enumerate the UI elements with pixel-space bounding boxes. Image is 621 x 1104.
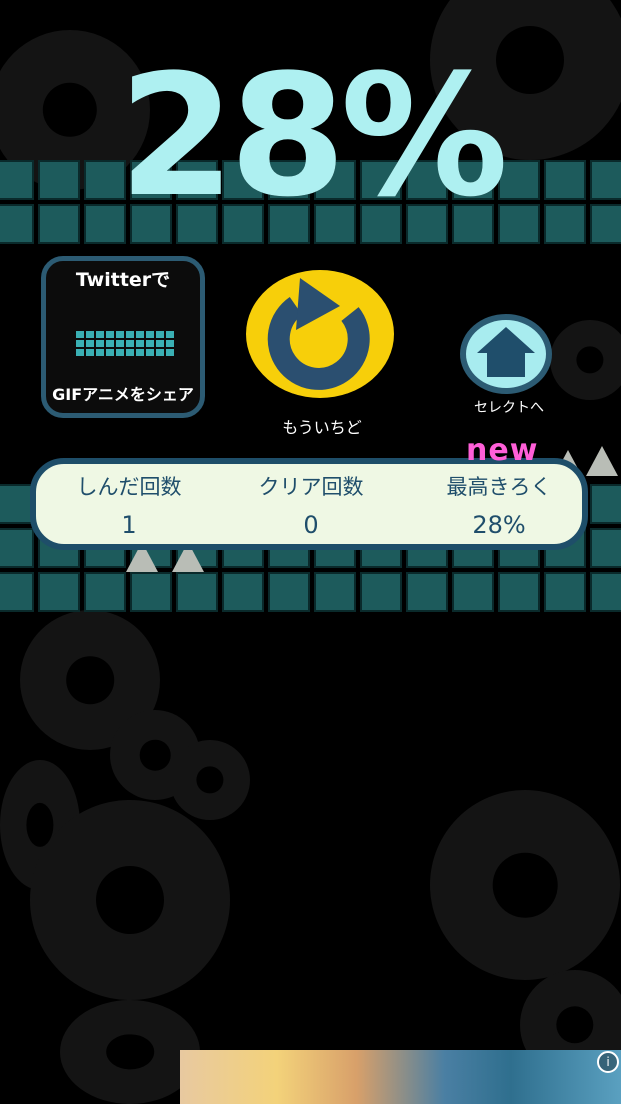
retry-label: もういちど xyxy=(282,418,362,437)
preview-tile xyxy=(166,331,174,338)
share-subtitle: GIFアニメをシェア xyxy=(52,385,194,404)
gif-preview-thumbnail xyxy=(76,331,180,365)
preview-tile xyxy=(156,331,164,338)
preview-tile xyxy=(136,349,144,356)
floor-tile xyxy=(0,528,34,568)
preview-tile xyxy=(136,331,144,338)
preview-tile xyxy=(116,340,124,347)
select-label: セレクトへ xyxy=(474,400,544,416)
gear-icon xyxy=(30,800,230,1000)
gear-icon xyxy=(170,740,250,820)
floor-tile xyxy=(590,484,621,524)
twitter-share-button[interactable]: Twitterで GIFアニメをシェア xyxy=(41,256,205,418)
preview-tile xyxy=(146,340,154,347)
floor-tile xyxy=(84,572,126,612)
stat-title: 最高きろく xyxy=(446,475,552,499)
preview-tile xyxy=(76,331,84,338)
preview-tile xyxy=(86,331,94,338)
stat-best: 最高きろく 28% xyxy=(414,472,584,542)
preview-tile xyxy=(76,340,84,347)
stat-title: しんだ回数 xyxy=(76,475,182,499)
home-icon xyxy=(460,314,552,394)
stat-title: クリア回数 xyxy=(258,475,364,499)
preview-tile xyxy=(126,340,134,347)
preview-tile xyxy=(86,340,94,347)
preview-tile xyxy=(156,340,164,347)
floor-tile xyxy=(360,572,402,612)
gear-icon xyxy=(430,790,620,980)
preview-tile xyxy=(106,349,114,356)
floor-tile xyxy=(130,572,172,612)
preview-tile xyxy=(156,349,164,356)
floor-tile xyxy=(0,572,34,612)
preview-tile xyxy=(136,340,144,347)
stat-value: 1 xyxy=(121,511,137,539)
stat-deaths: しんだ回数 1 xyxy=(44,472,214,542)
preview-tile xyxy=(116,349,124,356)
floor-tile xyxy=(406,572,448,612)
spike-hazard xyxy=(586,446,618,476)
circular-arrow-icon xyxy=(240,264,400,404)
info-icon[interactable]: i xyxy=(597,1051,619,1073)
floor-tile xyxy=(452,572,494,612)
gear-icon xyxy=(60,1000,200,1104)
preview-tile xyxy=(146,331,154,338)
preview-tile xyxy=(166,349,174,356)
preview-tile xyxy=(126,349,134,356)
preview-tile xyxy=(86,349,94,356)
preview-tile xyxy=(96,340,104,347)
retry-button[interactable] xyxy=(238,262,402,408)
floor-tile xyxy=(38,572,80,612)
preview-tile xyxy=(106,340,114,347)
game-result-screen: 28% Twitterで GIFアニメをシェア もういちど セレクトへ しんだ回… xyxy=(0,0,621,1104)
preview-tile xyxy=(146,349,154,356)
progress-percent: 28% xyxy=(118,38,508,234)
floor-tile xyxy=(268,572,310,612)
floor-tile xyxy=(314,572,356,612)
gear-icon xyxy=(550,320,621,400)
floor-tile xyxy=(590,528,621,568)
floor-tile xyxy=(590,572,621,612)
stats-panel: しんだ回数 1 クリア回数 0 最高きろく 28% xyxy=(30,458,588,550)
floor-tile xyxy=(222,572,264,612)
new-record-badge: new xyxy=(466,433,539,468)
preview-tile xyxy=(166,340,174,347)
preview-tile xyxy=(96,349,104,356)
stat-value: 0 xyxy=(303,511,319,539)
stat-value: 28% xyxy=(472,511,526,539)
floor-tile xyxy=(498,572,540,612)
select-button[interactable] xyxy=(459,313,553,395)
stat-clears: クリア回数 0 xyxy=(226,472,396,542)
preview-tile xyxy=(96,331,104,338)
floor-tile xyxy=(544,572,586,612)
preview-tile xyxy=(126,331,134,338)
preview-tile xyxy=(76,349,84,356)
share-title: Twitterで xyxy=(75,269,171,291)
preview-tile xyxy=(106,331,114,338)
preview-tile xyxy=(116,331,124,338)
floor-tile xyxy=(0,484,34,524)
floor-tile xyxy=(176,572,218,612)
ad-banner[interactable]: i xyxy=(180,1050,621,1104)
